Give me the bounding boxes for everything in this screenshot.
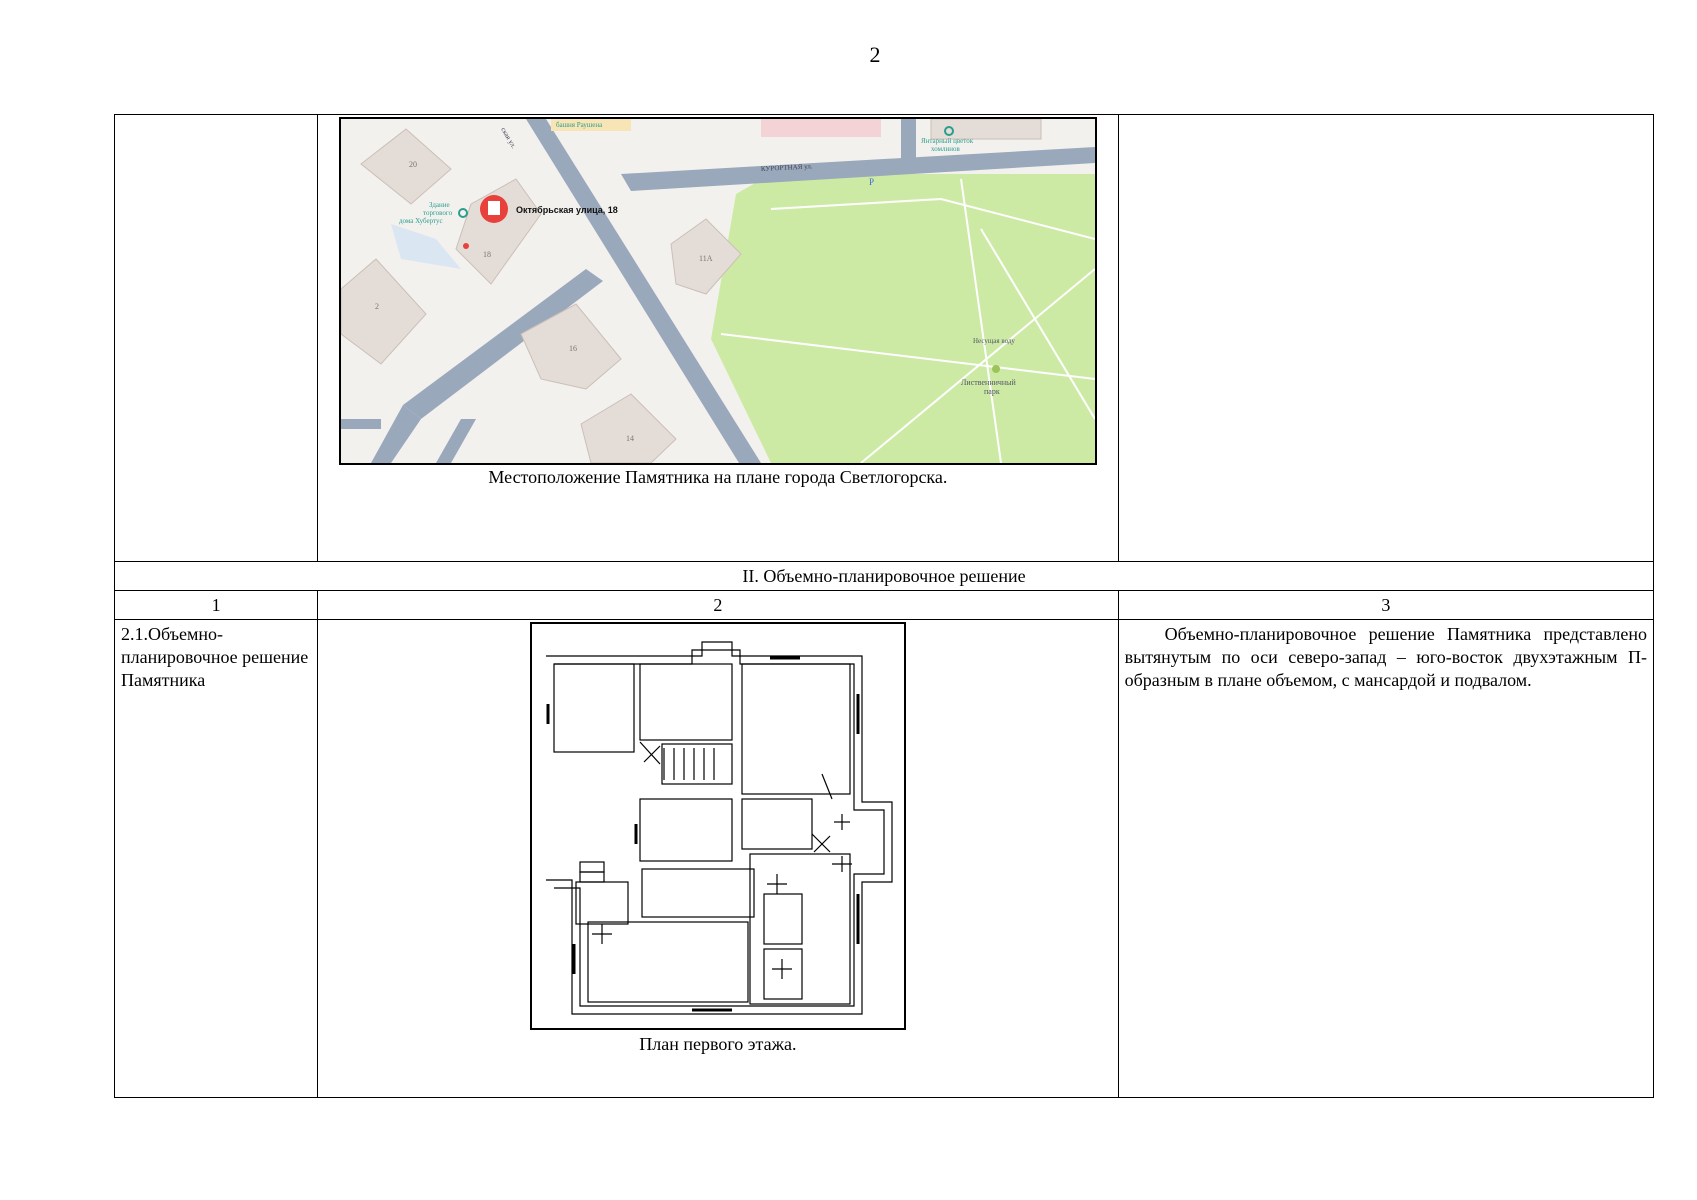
park-icon — [991, 365, 1000, 373]
map-caption: Местоположение Памятника на плане города… — [488, 467, 948, 487]
floor-plan — [529, 622, 906, 1030]
empty-cell-right — [1117, 114, 1655, 562]
building-label-20: 20 — [409, 160, 417, 169]
park-label-line2: парк — [984, 387, 1000, 396]
poi-amber-line2: хомлинов — [931, 145, 961, 153]
column-number-row: 1 2 3 — [113, 590, 1655, 620]
building-label-2: 2 — [375, 302, 379, 311]
parking-label: P — [869, 177, 874, 187]
building-label-11a: 11А — [699, 254, 713, 263]
poi-amber-line1: Янтарный цветок — [921, 137, 974, 145]
section-title-row: II. Объемно-планировочное решение — [114, 561, 1654, 591]
map-cell: КУРОРТНАЯ ул. ская ул. башня Раушена Янт… — [317, 114, 1119, 562]
plan-cell: План первого этажа. — [317, 619, 1119, 1098]
row-label: 2.1.Объемно-планировочное решение Памятн… — [113, 619, 319, 1098]
empty-cell-left — [113, 114, 319, 562]
tower-label: башня Раушена — [556, 121, 603, 129]
poi-house-line1: Здание — [429, 201, 450, 209]
description-text: Объемно-планировочное решение Памятника … — [1117, 619, 1655, 1098]
location-map: КУРОРТНАЯ ул. ская ул. башня Раушена Янт… — [338, 117, 1097, 465]
plan-caption: План первого этажа. — [639, 1034, 797, 1054]
statue-label: Несущая воду — [973, 337, 1015, 345]
building-label-18: 18 — [483, 250, 491, 259]
plan-row: 2.1.Объемно-планировочное решение Памятн… — [113, 619, 1655, 1098]
pin-label: Октябрьская улица, 18 — [516, 205, 618, 215]
building-label-16: 16 — [569, 344, 577, 353]
park-label-line1: Лиственничный — [961, 378, 1017, 387]
building-label-14: 14 — [626, 434, 634, 443]
poi-house-line2: торгового — [423, 209, 453, 217]
column-number-1: 1 — [113, 590, 319, 620]
column-number-2: 2 — [317, 590, 1119, 620]
page-number: 2 — [869, 42, 881, 67]
column-number-3: 3 — [1117, 590, 1655, 620]
passport-table: КУРОРТНАЯ ул. ская ул. башня Раушена Янт… — [113, 114, 1655, 1098]
park-area — [710, 174, 1095, 463]
map-row: КУРОРТНАЯ ул. ская ул. башня Раушена Янт… — [113, 114, 1655, 562]
section-title: II. Объемно-планировочное решение — [114, 561, 1654, 591]
poi-house-line3: дома Хубертус — [399, 217, 443, 225]
